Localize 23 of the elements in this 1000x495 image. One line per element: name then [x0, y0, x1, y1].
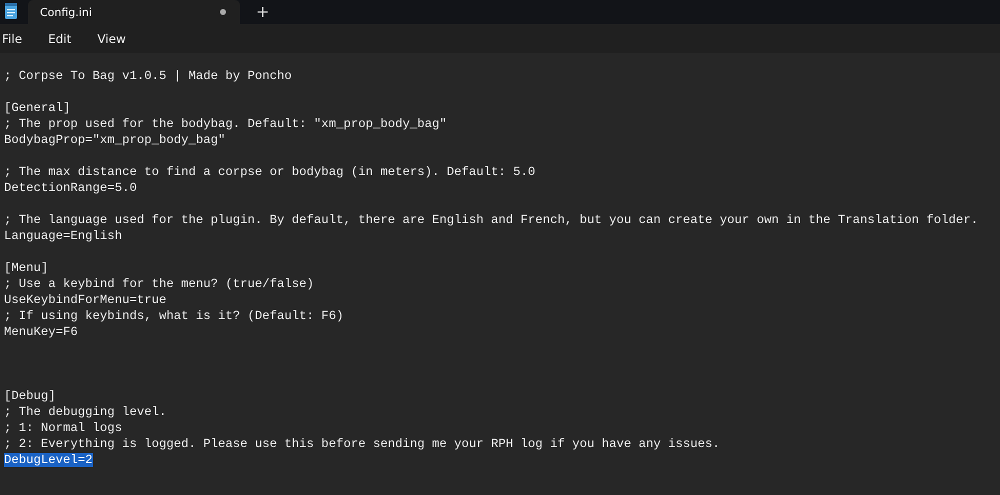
code-line: ; If using keybinds, what is it? (Default: F6): [4, 309, 344, 323]
code-line: ; The max distance to find a corpse or bodybag (in meters). Default: 5.0: [4, 165, 536, 179]
code-line: ; 1: Normal logs: [4, 421, 122, 435]
code-line: ; 2: Everything is logged. Please use this before sending me your RPH log if you have any issues.: [4, 437, 720, 451]
code-line: ; Corpse To Bag v1.0.5 | Made by Poncho: [4, 69, 292, 83]
code-line: Language=English: [4, 229, 122, 243]
code-line: UseKeybindForMenu=true: [4, 293, 166, 307]
code-line: [Debug]: [4, 389, 56, 403]
file-tab[interactable]: Config.ini: [28, 0, 240, 24]
code-line: BodybagProp="xm_prop_body_bag": [4, 133, 226, 147]
menu-item[interactable]: View: [97, 32, 126, 46]
code-line: [Menu]: [4, 261, 48, 275]
new-tab-button[interactable]: +: [246, 0, 280, 22]
code-line: DetectionRange=5.0: [4, 181, 137, 195]
code-line: MenuKey=F6: [4, 325, 78, 339]
code-line: ; The debugging level.: [4, 405, 166, 419]
notepad-icon: [4, 2, 18, 20]
code-line: ; The language used for the plugin. By default, there are English and French, but you can create your own in the Translation folder.: [4, 213, 978, 227]
menu-item[interactable]: File: [2, 32, 22, 46]
code-line: ; Use a keybind for the menu? (true/false): [4, 277, 314, 291]
code-line: [General]: [4, 101, 70, 115]
menu-item[interactable]: Edit: [48, 32, 72, 46]
code-line: ; The prop used for the bodybag. Default: "xm_prop_body_bag": [4, 117, 447, 131]
